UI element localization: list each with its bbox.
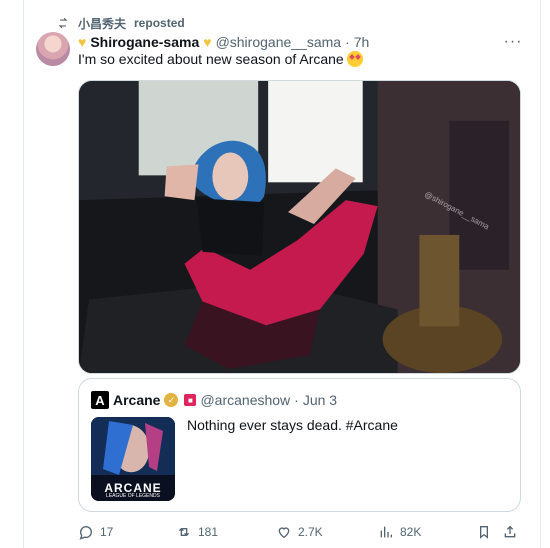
- red-badge-icon: ■: [184, 394, 197, 406]
- views-button[interactable]: 82K: [378, 522, 421, 542]
- quoted-name[interactable]: Arcane: [113, 392, 160, 408]
- like-icon: [278, 527, 290, 539]
- cosplay-photo: [79, 81, 520, 373]
- action-bar: 17 181 2.7K 82K: [78, 520, 521, 544]
- poster-subtitle: LEAGUE OF LEGENDS: [106, 493, 160, 499]
- quoted-separator: ·: [294, 392, 299, 408]
- more-icon: ···: [503, 33, 523, 50]
- bookmark-button[interactable]: [476, 522, 492, 542]
- right-divider: [540, 0, 541, 548]
- tweet-text: I'm so excited about new season of Arcan…: [78, 51, 363, 67]
- repost-label: reposted: [134, 16, 185, 30]
- reply-icon: [79, 526, 92, 540]
- display-name[interactable]: Shirogane-sama: [90, 34, 199, 50]
- reply-count: 17: [100, 525, 114, 539]
- quoted-tweet[interactable]: A Arcane ✓ ■ @arcaneshow · Jun 3 ARCANE …: [78, 378, 521, 512]
- repost-button[interactable]: 181: [176, 522, 218, 542]
- tweet-image[interactable]: @shirogane__sama: [78, 80, 521, 374]
- repost-indicator[interactable]: 小昌秀夫 reposted: [56, 14, 185, 32]
- quoted-handle[interactable]: @arcaneshow: [200, 392, 290, 408]
- quoted-time[interactable]: Jun 3: [303, 392, 337, 408]
- heart-emoji-right: ♥: [203, 34, 212, 50]
- repost-count: 181: [198, 525, 219, 539]
- quoted-header: A Arcane ✓ ■ @arcaneshow · Jun 3: [91, 391, 337, 409]
- view-count: 82K: [400, 525, 422, 539]
- share-button[interactable]: [502, 522, 518, 542]
- reposter-name[interactable]: 小昌秀夫: [78, 15, 126, 32]
- quoted-thumbnail[interactable]: ARCANE LEAGUE OF LEGENDS: [91, 417, 175, 501]
- more-button[interactable]: ···: [502, 33, 524, 50]
- share-icon: [504, 525, 516, 538]
- like-button[interactable]: 2.7K: [276, 522, 323, 542]
- meta-separator: ·: [345, 34, 350, 50]
- quoted-text: Nothing ever stays dead. #Arcane: [187, 417, 398, 433]
- bookmark-icon: [480, 526, 488, 539]
- heart-emoji-left: ♥: [78, 34, 87, 50]
- left-divider: [23, 0, 24, 548]
- star-struck-emoji: [346, 51, 363, 67]
- tweet-header: ♥ Shirogane-sama ♥ @shirogane__sama · 7h: [78, 32, 369, 52]
- tweet-container[interactable]: 小昌秀夫 reposted ♥ Shirogane-sama ♥ @shirog…: [0, 0, 550, 548]
- views-icon: [380, 526, 392, 538]
- reply-button[interactable]: 17: [78, 522, 113, 542]
- repost-icon: [58, 17, 68, 29]
- avatar[interactable]: [36, 32, 70, 66]
- gold-verified-icon: ✓: [164, 393, 179, 407]
- arcane-logo[interactable]: A: [91, 391, 109, 409]
- repost-icon: [178, 527, 190, 537]
- like-count: 2.7K: [298, 525, 323, 539]
- user-handle[interactable]: @shirogane__sama: [216, 34, 342, 50]
- tweet-time[interactable]: 7h: [354, 34, 370, 50]
- tweet-body: I'm so excited about new season of Arcan…: [78, 51, 344, 67]
